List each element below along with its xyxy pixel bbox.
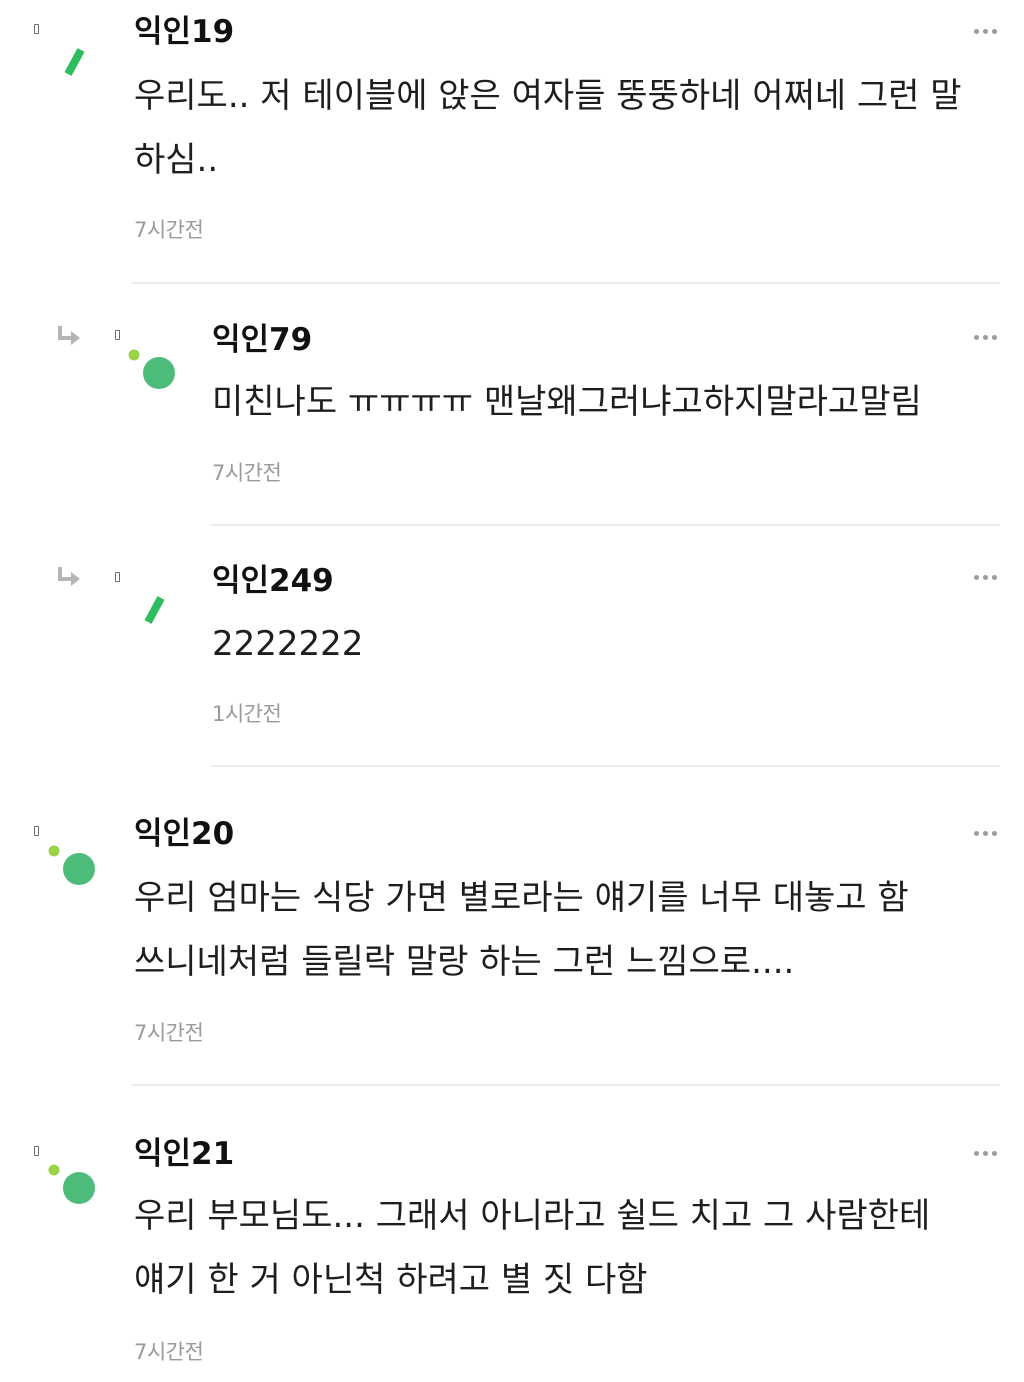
reply-item: 익인79 미친나도 ㅠㅠㅠㅠ 맨날왜그러냐고하지말라고말림 7시간전 bbox=[0, 290, 1024, 532]
comment-divider bbox=[132, 1084, 1000, 1086]
comment-item: 익인19 우리도.. 저 테이블에 앉은 여자들 뚱뚱하네 어쩌네 그런 말 하… bbox=[0, 0, 1024, 290]
comment-text: 2222222 bbox=[212, 624, 364, 664]
report-mark-icon[interactable] bbox=[34, 826, 39, 836]
green-dots-avatar[interactable] bbox=[44, 1157, 104, 1217]
comment-text: 우리 부모님도... 그래서 아니라고 쉴드 치고 그 사람한테 얘기 한 거 … bbox=[134, 1196, 931, 1300]
comment-item: 익인21 우리 부모님도... 그래서 아니라고 쉴드 치고 그 사람한테 얘기… bbox=[0, 1090, 1024, 1382]
reply-arrow-icon bbox=[58, 567, 80, 586]
comment-text: 우리 엄마는 식당 가면 별로라는 얘기를 너무 대놓고 함 쓰니네처럼 들릴락… bbox=[134, 878, 909, 982]
green-stroke-avatar[interactable] bbox=[124, 580, 184, 640]
comment-time: 7시간전 bbox=[134, 1021, 204, 1045]
report-mark-icon[interactable] bbox=[34, 1146, 39, 1156]
comment-time: 1시간전 bbox=[212, 702, 282, 726]
report-mark-icon[interactable] bbox=[115, 572, 120, 582]
comment-item: 익인20 우리 엄마는 식당 가면 별로라는 얘기를 너무 대놓고 함 쓰니네처… bbox=[0, 772, 1024, 1090]
comment-nickname[interactable]: 익인79 bbox=[212, 322, 312, 358]
comment-nickname[interactable]: 익인20 bbox=[134, 816, 234, 852]
comment-divider bbox=[211, 765, 1000, 767]
comment-divider bbox=[132, 282, 1000, 284]
green-dots-avatar[interactable] bbox=[44, 838, 104, 898]
green-stroke-avatar[interactable] bbox=[44, 32, 104, 92]
more-dots-icon[interactable] bbox=[974, 1151, 998, 1157]
reply-item: 익인249 2222222 1시간전 bbox=[0, 532, 1024, 772]
more-dots-icon[interactable] bbox=[974, 831, 998, 837]
comment-nickname[interactable]: 익인21 bbox=[134, 1136, 234, 1172]
comment-divider bbox=[211, 524, 1000, 526]
report-mark-icon[interactable] bbox=[115, 330, 120, 340]
more-dots-icon[interactable] bbox=[974, 575, 998, 581]
reply-arrow-icon bbox=[58, 326, 80, 345]
more-dots-icon[interactable] bbox=[974, 29, 998, 35]
comment-text: 우리도.. 저 테이블에 앉은 여자들 뚱뚱하네 어쩌네 그런 말 하심.. bbox=[134, 76, 962, 180]
comment-nickname[interactable]: 익인249 bbox=[212, 563, 334, 599]
report-mark-icon[interactable] bbox=[34, 24, 39, 34]
more-dots-icon[interactable] bbox=[974, 335, 998, 341]
comment-text: 미친나도 ㅠㅠㅠㅠ 맨날왜그러냐고하지말라고말림 bbox=[212, 382, 922, 422]
comment-time: 7시간전 bbox=[212, 461, 282, 485]
comment-nickname[interactable]: 익인19 bbox=[134, 14, 234, 50]
comment-time: 7시간전 bbox=[134, 1340, 204, 1364]
comment-time: 7시간전 bbox=[134, 218, 204, 242]
green-dots-avatar[interactable] bbox=[124, 342, 184, 402]
